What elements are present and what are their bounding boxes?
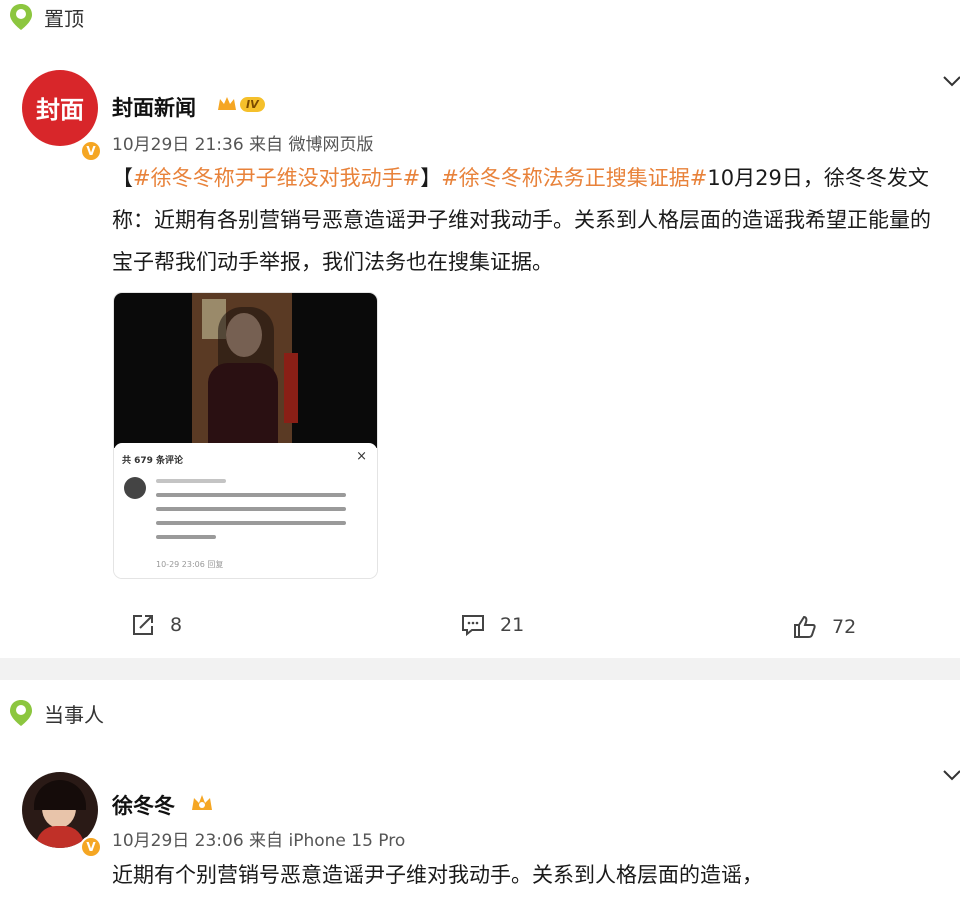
comment-button[interactable]: 21 bbox=[460, 612, 524, 638]
member-badge: IV bbox=[216, 94, 265, 114]
location-pin-icon bbox=[10, 700, 32, 726]
chevron-down-icon[interactable] bbox=[942, 74, 960, 88]
comment-line bbox=[156, 521, 346, 525]
share-icon bbox=[133, 615, 153, 635]
pinned-tag: 置顶 bbox=[8, 2, 84, 32]
share-count: 8 bbox=[170, 614, 183, 636]
like-button[interactable]: 72 bbox=[792, 614, 856, 640]
location-pin-icon bbox=[10, 4, 32, 30]
post-body-text: 近期有个别营销号恶意造谣尹子维对我动手。关系到人格层面的造谣， bbox=[112, 863, 763, 887]
comment-count: 21 bbox=[500, 614, 525, 636]
author-name[interactable]: 徐冬冬 bbox=[112, 790, 175, 820]
like-count: 72 bbox=[832, 616, 857, 638]
party-label: 当事人 bbox=[44, 702, 104, 727]
comment-count-text: 共 679 条评论 bbox=[122, 456, 184, 466]
comment-line bbox=[156, 535, 216, 539]
chevron-down-icon[interactable] bbox=[942, 768, 960, 782]
bracket-close: 】 bbox=[420, 166, 442, 190]
topic-link-1[interactable]: #徐冬冬称尹子维没对我动手# bbox=[133, 166, 420, 190]
author-avatar[interactable]: 封面 bbox=[22, 70, 98, 146]
level-badge: IV bbox=[240, 96, 265, 112]
close-icon: × bbox=[356, 449, 367, 464]
topic-link-2[interactable]: #徐冬冬称法务正搜集证据# bbox=[441, 166, 707, 190]
photo-area bbox=[114, 293, 377, 448]
post-meta: 10月29日 23:06 来自 iPhone 15 Pro bbox=[112, 831, 406, 851]
crown-icon bbox=[192, 795, 212, 810]
post-meta: 10月29日 21:36 来自 微博网页版 bbox=[112, 135, 374, 155]
section-divider bbox=[0, 658, 960, 680]
comment-footer: 10-29 23:06 回复 bbox=[156, 560, 224, 569]
comment-line bbox=[156, 493, 346, 497]
bracket-open: 【 bbox=[112, 166, 133, 190]
share-button[interactable]: 8 bbox=[130, 612, 182, 638]
crown-icon bbox=[218, 97, 236, 110]
party-tag: 当事人 bbox=[8, 698, 104, 728]
thumbs-up-icon bbox=[794, 615, 816, 638]
commenter-avatar bbox=[124, 477, 146, 499]
comment-sheet: 共 679 条评论 × 10-29 23:06 回复 bbox=[114, 443, 377, 578]
avatar-logo-text: 封面 bbox=[36, 96, 84, 124]
comment-icon bbox=[462, 615, 484, 637]
pinned-label: 置顶 bbox=[44, 6, 84, 31]
verified-icon: V bbox=[80, 836, 102, 858]
comment-line bbox=[156, 479, 226, 483]
post-image[interactable]: 共 679 条评论 × 10-29 23:06 回复 bbox=[114, 293, 377, 578]
verified-icon: V bbox=[80, 140, 102, 162]
comment-line bbox=[156, 507, 346, 511]
author-name[interactable]: 封面新闻 bbox=[112, 92, 196, 122]
post-body: 【#徐冬冬称尹子维没对我动手#】#徐冬冬称法务正搜集证据#10月29日，徐冬冬发… bbox=[112, 157, 942, 283]
